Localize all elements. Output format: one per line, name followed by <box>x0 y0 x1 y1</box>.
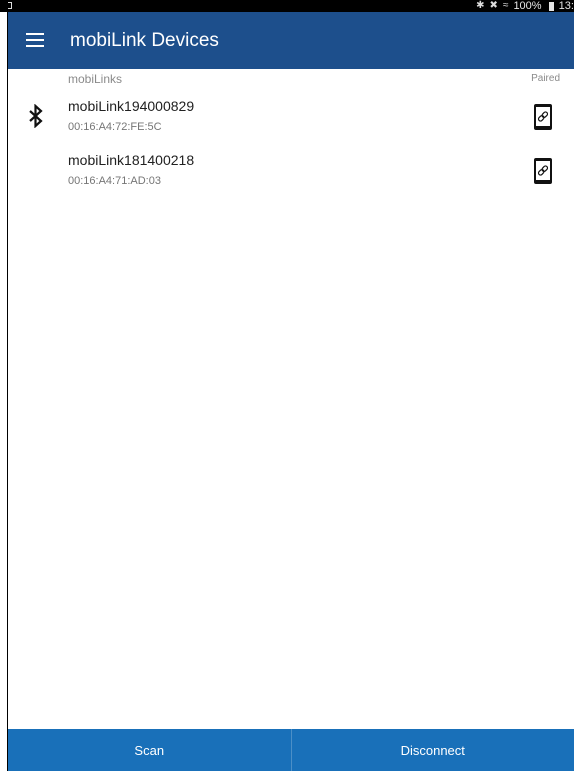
hamburger-menu-icon[interactable] <box>26 30 48 50</box>
paired-phone-icon <box>534 158 552 184</box>
mute-status-icon: ✖ <box>489 0 498 11</box>
device-mac-address: 00:16:A4:71:AD:03 <box>68 175 161 187</box>
page-title: mobiLink Devices <box>70 30 219 51</box>
wifi-status-icon: ≈ <box>502 0 509 11</box>
device-name: mobiLink194000829 <box>68 98 195 114</box>
window-frame-left <box>0 0 8 771</box>
list-header: mobiLinks Paired <box>8 69 574 90</box>
device-row[interactable]: mobiLink194000829 00:16:A4:72:FE:5C <box>8 90 574 144</box>
device-list: mobiLink194000829 00:16:A4:72:FE:5C mobi… <box>8 90 574 198</box>
device-name: mobiLink181400218 <box>68 152 195 168</box>
bottom-action-bar: Scan Disconnect <box>8 729 574 771</box>
battery-percent: 100% <box>513 0 542 12</box>
paired-column-label: Paired <box>531 73 560 84</box>
status-icons: ✱ ✖ ≈ 100% 13:5 <box>476 0 574 12</box>
paired-phone-icon <box>534 104 552 130</box>
status-time: 13:5 <box>558 0 574 12</box>
app-bar: mobiLink Devices <box>8 12 574 69</box>
device-screen: ✱ ✖ ≈ 100% 13:5 mobiLink Devices mobiLin… <box>8 0 574 771</box>
device-row[interactable]: mobiLink181400218 00:16:A4:71:AD:03 <box>8 144 574 198</box>
battery-icon <box>548 1 554 11</box>
gallery-notification-icon <box>8 2 12 9</box>
window-frame-corner <box>0 0 8 12</box>
scan-button[interactable]: Scan <box>8 729 291 771</box>
status-bar: ✱ ✖ ≈ 100% 13:5 <box>8 0 574 12</box>
bluetooth-status-icon: ✱ <box>476 0 485 11</box>
disconnect-button[interactable]: Disconnect <box>292 729 574 771</box>
list-header-label: mobiLinks <box>68 72 123 86</box>
device-mac-address: 00:16:A4:72:FE:5C <box>68 121 162 133</box>
bluetooth-icon <box>29 104 43 128</box>
